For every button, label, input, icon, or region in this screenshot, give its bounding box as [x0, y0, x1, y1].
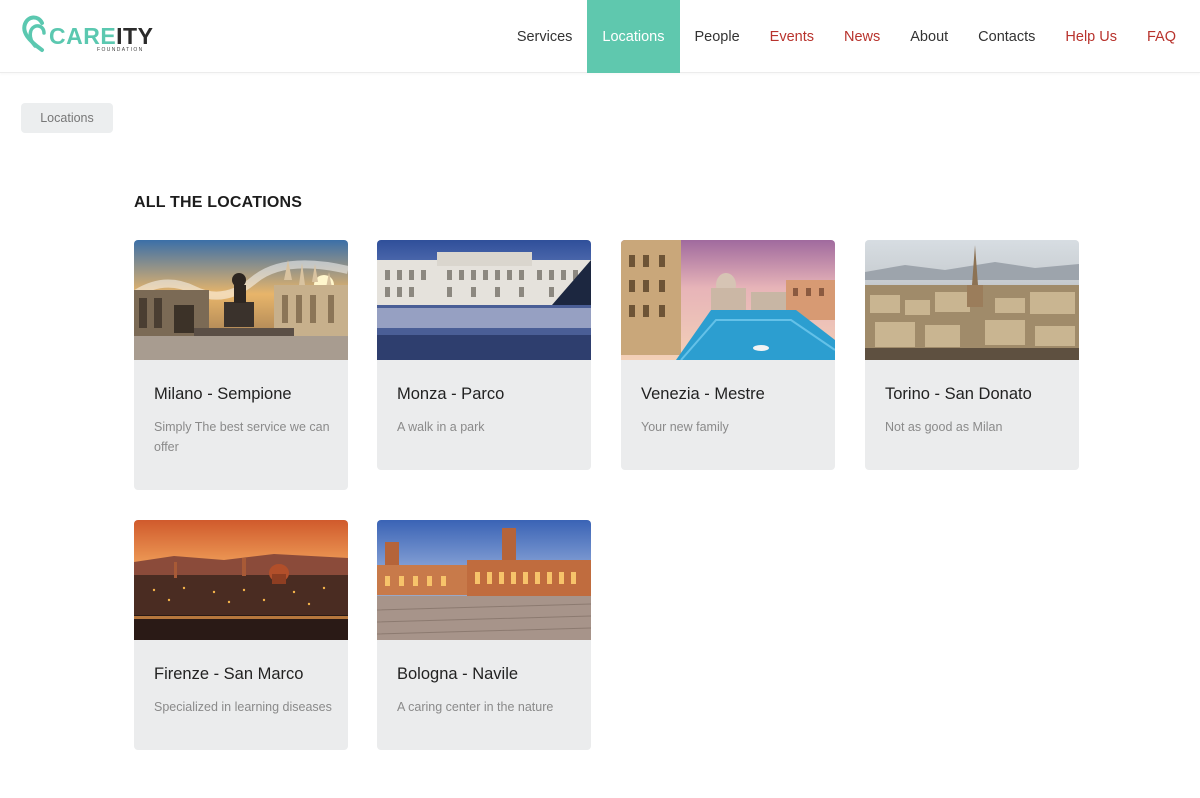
location-description: A walk in a park [397, 420, 485, 434]
location-title[interactable]: Milano - Sempione [154, 385, 292, 404]
breadcrumb[interactable]: Locations [21, 103, 113, 133]
nav-item-help-us[interactable]: Help Us [1050, 0, 1132, 73]
site-header: CAREITY FOUNDATION Services Locations Peop… [0, 0, 1200, 73]
location-image[interactable] [377, 240, 591, 360]
location-title[interactable]: Venezia - Mestre [641, 385, 765, 404]
nav-item-news[interactable]: News [829, 0, 895, 73]
nav-item-faq[interactable]: FAQ [1132, 0, 1191, 73]
location-description: Simply The best service we can offer [154, 420, 330, 454]
location-image[interactable] [865, 240, 1079, 360]
careity-logo[interactable]: CAREITY FOUNDATION [22, 12, 154, 56]
location-image[interactable] [621, 240, 835, 360]
location-card[interactable]: Venezia - Mestre Your new family [621, 240, 835, 470]
nav-item-services[interactable]: Services [502, 0, 588, 73]
location-card[interactable]: Milano - Sempione Simply The best service… [134, 240, 348, 490]
logo-subtitle: FOUNDATION [97, 47, 144, 53]
nav-item-locations[interactable]: Locations [587, 0, 680, 73]
location-title[interactable]: Bologna - Navile [397, 665, 518, 684]
location-image[interactable] [134, 520, 348, 640]
location-description: A caring center in the nature [397, 700, 554, 714]
location-description: Your new family [641, 420, 729, 434]
location-image[interactable] [377, 520, 591, 640]
nav-item-contacts[interactable]: Contacts [963, 0, 1050, 73]
location-title[interactable]: Torino - San Donato [885, 385, 1032, 404]
location-card[interactable]: Monza - Parco A walk in a park [377, 240, 591, 470]
page-title: ALL THE LOCATIONS [134, 194, 303, 211]
nav-item-people[interactable]: People [680, 0, 755, 73]
nav-item-events[interactable]: Events [755, 0, 829, 73]
location-title[interactable]: Firenze - San Marco [154, 665, 303, 684]
location-description: Specialized in learning diseases [154, 700, 332, 714]
location-image[interactable] [134, 240, 348, 360]
logo-wordmark: CAREITY [49, 23, 154, 49]
location-title[interactable]: Monza - Parco [397, 385, 504, 404]
main-nav: Services Locations People Events News About Co… [502, 0, 1191, 73]
location-card[interactable]: Torino - San Donato Not as good as Milan [865, 240, 1079, 470]
location-card[interactable]: Firenze - San Marco Specialized in learni… [134, 520, 348, 750]
location-card[interactable]: Bologna - Navile A caring center in the n… [377, 520, 591, 750]
nav-item-about[interactable]: About [895, 0, 963, 73]
location-description: Not as good as Milan [885, 420, 1003, 434]
